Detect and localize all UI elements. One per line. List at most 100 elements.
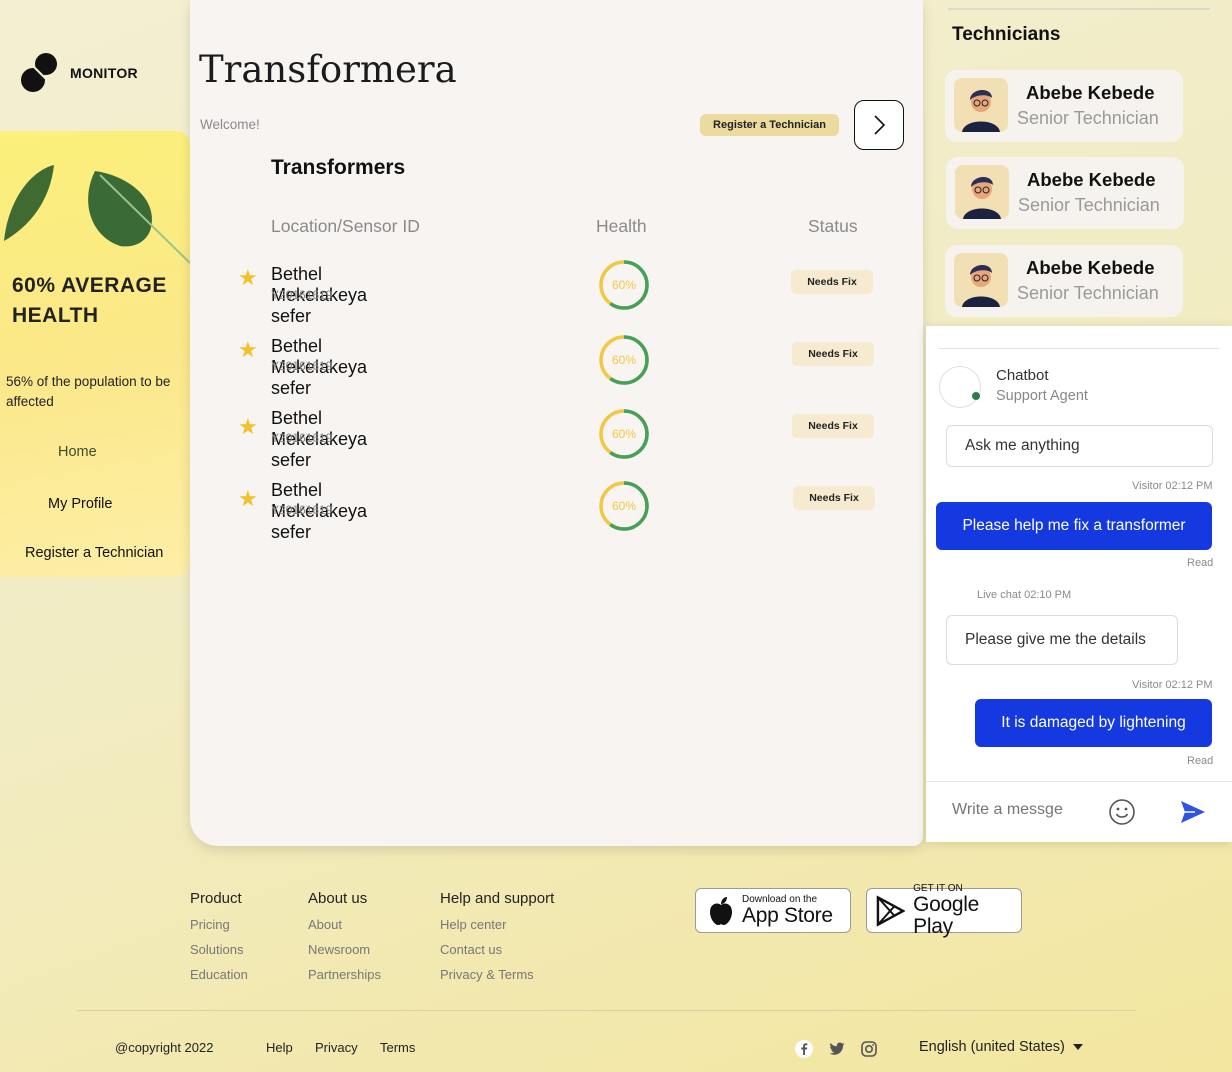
technician-role: Senior Technician: [1018, 195, 1160, 215]
health-ring: 60%: [599, 409, 649, 459]
population-affected-text: 56% of the population to be affected: [6, 374, 171, 409]
footer-divider: [77, 1010, 1136, 1011]
google-play-big-text: Google Play: [913, 892, 980, 938]
footer-link-privacy-terms[interactable]: Privacy & Terms: [440, 967, 534, 982]
status-badge: Needs Fix: [793, 486, 875, 510]
sidebar: 60% AVERAGE HEALTH 56% of the population…: [0, 131, 190, 577]
footer-heading-about: About us: [308, 890, 368, 907]
transformers-title: Transformers: [271, 156, 406, 179]
health-value: 60%: [612, 278, 636, 292]
favorite-star-icon[interactable]: ★: [238, 265, 258, 291]
monitor-logo-icon: [21, 53, 57, 92]
average-health-headline: 60% AVERAGE HEALTH: [12, 274, 167, 327]
chat-widget: Chatbot Support Agent Ask me anything Vi…: [926, 326, 1232, 842]
twitter-icon[interactable]: [828, 1040, 846, 1058]
chat-message-bot: Ask me anything: [946, 425, 1213, 467]
status-badge: Needs Fix: [792, 342, 874, 366]
column-header-status: Status: [808, 216, 858, 236]
footer-heading-product: Product: [190, 890, 242, 907]
online-status-dot: [972, 392, 980, 400]
technician-card[interactable]: Abebe Kebede Senior Technician: [946, 157, 1184, 229]
footer-link-partnerships[interactable]: Partnerships: [308, 967, 381, 982]
chat-input-divider: [926, 781, 1232, 782]
footer-link-help-center[interactable]: Help center: [440, 917, 506, 932]
health-value: 60%: [612, 427, 636, 441]
avatar: [955, 165, 1009, 219]
nav-register-technician[interactable]: Register a Technician: [25, 545, 163, 561]
app-store-small-text: Download on the: [742, 893, 818, 905]
chat-message-input[interactable]: [950, 800, 1104, 820]
technicians-divider: [948, 8, 1210, 10]
technician-name: Abebe Kebede: [1027, 169, 1156, 190]
technician-role: Senior Technician: [1017, 108, 1159, 128]
chat-message-visitor: Please help me fix a transformer: [936, 502, 1212, 550]
instagram-icon[interactable]: [860, 1040, 878, 1058]
brand[interactable]: MONITOR: [20, 52, 138, 94]
avatar: [954, 253, 1008, 307]
technicians-title: Technicians: [952, 24, 1061, 45]
bottom-link-help[interactable]: Help: [266, 1040, 293, 1055]
footer-heading-help: Help and support: [440, 890, 555, 907]
google-play-button[interactable]: GET IT ON Google Play: [866, 883, 1022, 937]
message-read-status: Read: [1187, 755, 1214, 767]
avatar: [954, 78, 1008, 132]
smiley-icon[interactable]: [1108, 798, 1136, 826]
send-icon[interactable]: [1179, 799, 1207, 825]
chatbot-name: Chatbot: [996, 367, 1049, 384]
technician-card[interactable]: Abebe Kebede Senior Technician: [945, 70, 1183, 142]
message-meta: Visitor 02:12 PM: [1132, 679, 1213, 691]
column-header-health: Health: [596, 216, 647, 236]
technician-role: Senior Technician: [1017, 283, 1159, 303]
message-meta: Live chat 02:10 PM: [977, 589, 1072, 601]
welcome-text: Welcome!: [200, 117, 260, 132]
footer-link-pricing[interactable]: Pricing: [190, 917, 230, 932]
health-value: 60%: [612, 353, 636, 367]
footer-link-education[interactable]: Education: [190, 967, 248, 982]
language-selector[interactable]: English (united States): [919, 1039, 1083, 1055]
bottom-link-terms[interactable]: Terms: [380, 1040, 415, 1055]
row-sensor-id: Y20161619: [271, 288, 333, 302]
next-button[interactable]: [854, 100, 904, 150]
caret-down-icon: [1072, 1044, 1083, 1050]
register-technician-button[interactable]: Register a Technician: [700, 114, 839, 136]
technician-avatar-icon: [963, 176, 1001, 219]
brand-name: MONITOR: [70, 65, 138, 81]
page-title: Transformera: [199, 48, 457, 91]
app-store-big-text: App Store: [742, 903, 833, 927]
row-sensor-id: Y20161619: [271, 503, 333, 517]
copyright-text: @copyright 2022: [115, 1040, 214, 1055]
footer-link-about[interactable]: About: [308, 917, 342, 932]
row-sensor-id: Y20161619: [271, 431, 333, 445]
nav-my-profile[interactable]: My Profile: [48, 496, 112, 512]
message-read-status: Read: [1187, 557, 1214, 569]
favorite-star-icon[interactable]: ★: [238, 337, 258, 363]
chat-message-bot: Please give me the details: [946, 615, 1178, 665]
chat-message-visitor: It is damaged by lightening: [975, 699, 1212, 747]
favorite-star-icon[interactable]: ★: [238, 486, 258, 512]
row-sensor-id: Y20161619: [271, 359, 333, 373]
apple-icon: [710, 896, 732, 925]
language-label: English (united States): [919, 1039, 1065, 1055]
health-ring: 60%: [599, 335, 649, 385]
technician-name: Abebe Kebede: [1026, 257, 1155, 278]
footer-link-solutions[interactable]: Solutions: [190, 942, 243, 957]
chat-divider: [938, 348, 1220, 349]
footer-link-newsroom[interactable]: Newsroom: [308, 942, 370, 957]
nav-home[interactable]: Home: [58, 444, 97, 460]
technician-card[interactable]: Abebe Kebede Senior Technician: [945, 245, 1183, 317]
app-store-button[interactable]: Download on the App Store: [695, 888, 851, 933]
bottom-link-privacy[interactable]: Privacy: [315, 1040, 358, 1055]
health-ring: 60%: [599, 260, 649, 310]
chatbot-avatar: [939, 366, 981, 408]
leaf-illustration: [4, 165, 190, 264]
chevron-right-icon: [874, 115, 886, 135]
column-header-location: Location/Sensor ID: [271, 216, 420, 236]
technician-avatar-icon: [962, 89, 1000, 132]
technician-avatar-icon: [962, 264, 1000, 307]
health-value: 60%: [612, 499, 636, 513]
footer-link-contact[interactable]: Contact us: [440, 942, 502, 957]
chatbot-role: Support Agent: [996, 388, 1088, 404]
status-badge: Needs Fix: [792, 414, 874, 438]
favorite-star-icon[interactable]: ★: [238, 414, 258, 440]
facebook-icon[interactable]: [795, 1040, 813, 1058]
